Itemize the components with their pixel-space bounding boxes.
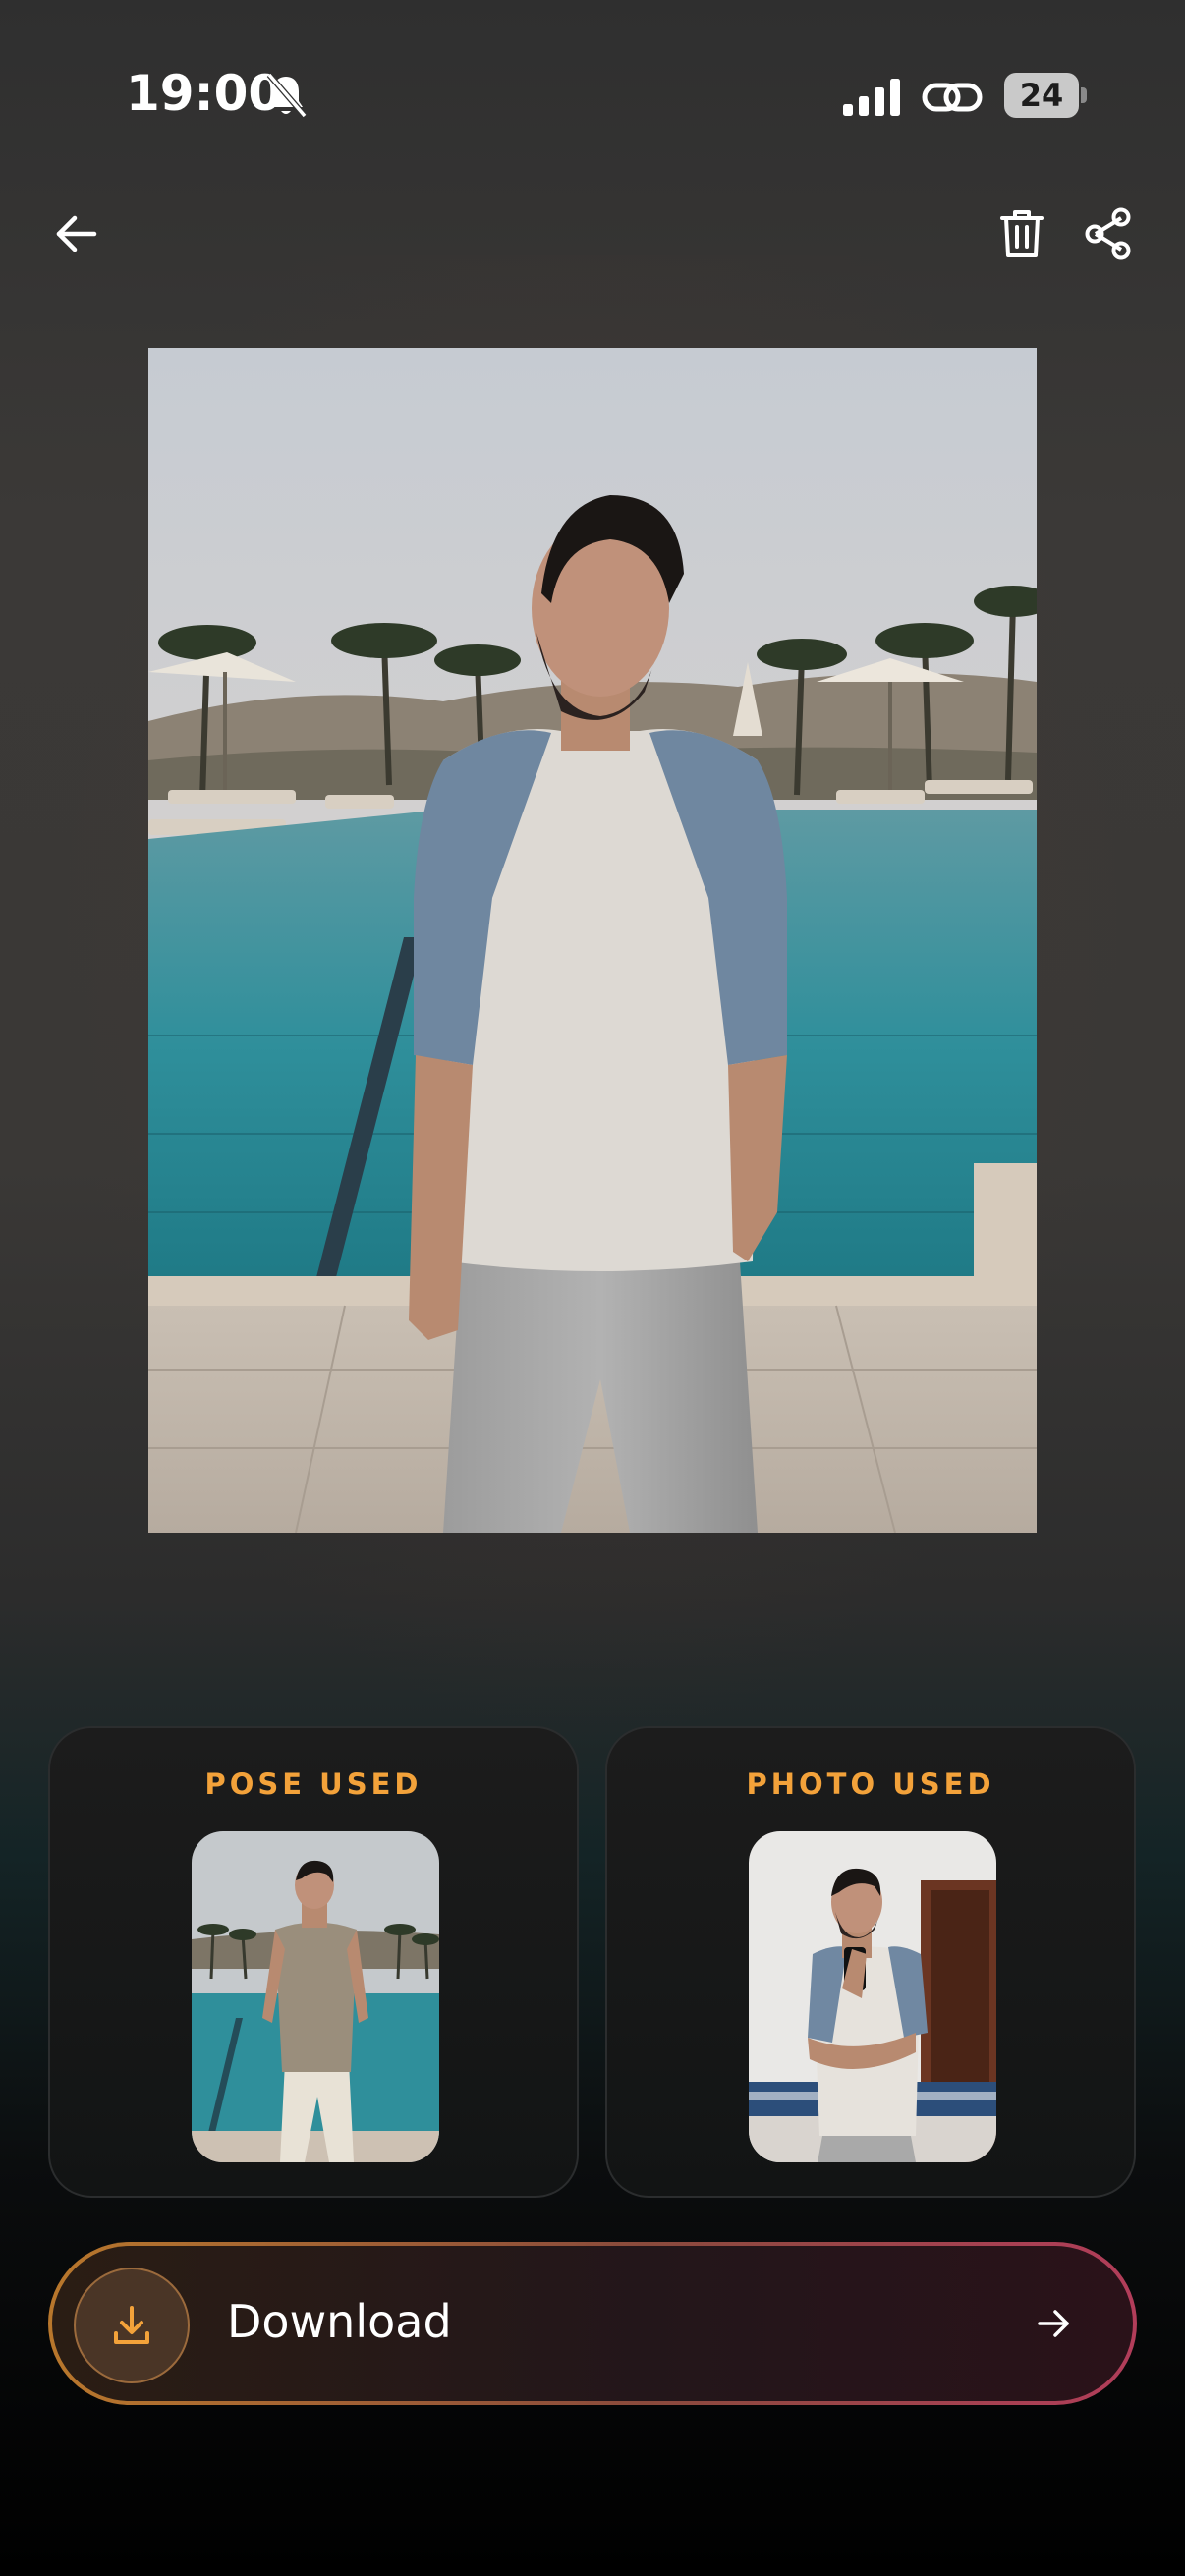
- download-icon: [114, 2306, 149, 2344]
- generated-photo: [148, 348, 1037, 1533]
- battery-level: 24: [1019, 77, 1064, 114]
- arrow-right-icon: [1027, 2297, 1080, 2350]
- photo-used-card[interactable]: PHOTO USED: [605, 1726, 1136, 2198]
- battery-cap: [1081, 87, 1087, 103]
- share-button[interactable]: [1077, 202, 1140, 265]
- download-button[interactable]: Download: [48, 2242, 1137, 2405]
- share-icon: [1085, 207, 1131, 260]
- download-icon-circle: [74, 2268, 190, 2383]
- delete-button[interactable]: [990, 202, 1053, 265]
- cellular-signal-icon: [843, 79, 900, 116]
- back-button[interactable]: [45, 202, 108, 265]
- photo-used-title: PHOTO USED: [746, 1767, 995, 1801]
- download-label: Download: [227, 2295, 452, 2348]
- pose-used-card[interactable]: POSE USED: [48, 1726, 579, 2198]
- pose-used-title: POSE USED: [204, 1767, 423, 1801]
- status-time: 19:00: [126, 65, 283, 122]
- photo-thumbnail[interactable]: [749, 1831, 996, 2162]
- bell-muted-icon: [266, 73, 308, 118]
- trash-icon: [1000, 210, 1044, 257]
- status-bar: 19:00 24: [0, 0, 1185, 193]
- battery-icon: 24: [1004, 73, 1087, 118]
- link-icon: [922, 83, 983, 112]
- download-button-inner: Download: [52, 2246, 1133, 2401]
- back-arrow-icon: [56, 215, 97, 252]
- pose-thumbnail[interactable]: [192, 1831, 439, 2162]
